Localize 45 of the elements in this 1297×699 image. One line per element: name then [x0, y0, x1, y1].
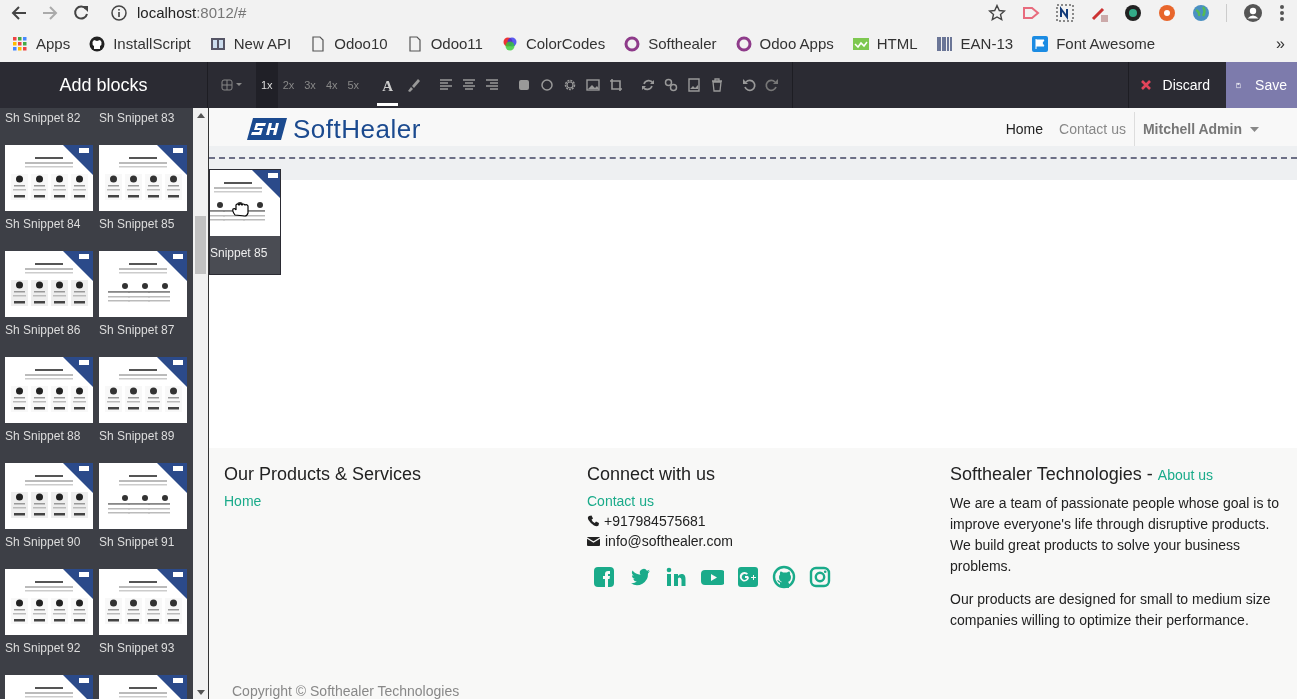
dragged-snippet[interactable]: Snippet 85 — [209, 169, 281, 275]
address-bar[interactable]: localhost:8012/# — [103, 0, 975, 25]
snippet-label[interactable]: Sh Snippet 90 — [5, 535, 93, 549]
footer-heading: Softhealer Technologies — [950, 464, 1142, 485]
nav-link[interactable]: Home — [997, 121, 1051, 137]
footer-paragraph: Our products are designed for small to medium size companies willing to optimize their performance. — [950, 590, 1272, 630]
bookmark[interactable]: InstallScript — [89, 35, 191, 52]
more-bookmarks[interactable]: » — [1276, 34, 1285, 53]
snippet-label[interactable]: Sh Snippet 91 — [99, 535, 187, 549]
snippet-label[interactable]: Sh Snippet 88 — [5, 429, 93, 443]
bookmark[interactable]: Apps — [12, 35, 71, 52]
copyright-text: Copyright © Softhealer Technologies — [232, 683, 461, 699]
zoom-option[interactable]: 2x — [277, 62, 300, 108]
bookmark[interactable]: New API — [209, 35, 292, 52]
zoom-option[interactable]: 3x — [299, 62, 321, 108]
bookmark[interactable]: ColorCodes — [501, 35, 606, 52]
save-button[interactable]: Save — [1226, 62, 1297, 108]
snippet-label[interactable]: Sh Snippet 86 — [5, 323, 93, 337]
snippet-label[interactable]: Sh Snippet 92 — [5, 641, 93, 655]
bookmark[interactable]: Softhealer — [624, 35, 717, 52]
bookmark[interactable]: Font Awesome — [1032, 35, 1156, 52]
zoom-option[interactable]: 4x — [320, 62, 343, 108]
bookmark[interactable]: Odoo11 — [406, 35, 483, 52]
footer-heading: Connect with us — [587, 464, 716, 485]
snippet-label[interactable]: Sh Snippet 89 — [99, 429, 187, 443]
font-color-button[interactable]: A — [377, 69, 398, 106]
snippet-label[interactable]: Sh Snippet 93 — [99, 641, 187, 655]
logo-text: SoftHealer — [293, 113, 421, 145]
footer-paragraph: We are a team of passionate people whose goal is to improve everyone's life through disruptive products. We build great products to solve your business problems. — [950, 494, 1280, 576]
snippet-label[interactable]: Sh Snippet 82 — [5, 111, 93, 125]
zoom-option[interactable]: 5x — [342, 62, 365, 108]
snippet-label[interactable]: Sh Snippet 83 — [99, 111, 187, 125]
separator-text: - — [1146, 464, 1153, 485]
url-text: localhost:8012/# — [137, 4, 247, 21]
contact-text: +917984575681 — [604, 513, 706, 529]
snippet-label[interactable]: Sh Snippet 87 — [99, 323, 187, 337]
bookmark[interactable]: EAN-13 — [936, 35, 1014, 52]
bookmark[interactable]: HTML — [852, 35, 918, 52]
snippet-label[interactable]: Sh Snippet 85 — [99, 217, 187, 231]
footer-heading: Our Products & Services — [224, 464, 422, 485]
bookmark[interactable]: Odoo10 — [310, 35, 388, 52]
zoom-option[interactable]: 1x — [256, 62, 278, 108]
contact-text: info@softhealer.com — [605, 533, 733, 549]
bookmark[interactable]: Odoo Apps — [735, 35, 834, 52]
snippet-label[interactable]: Sh Snippet 84 — [5, 217, 93, 231]
